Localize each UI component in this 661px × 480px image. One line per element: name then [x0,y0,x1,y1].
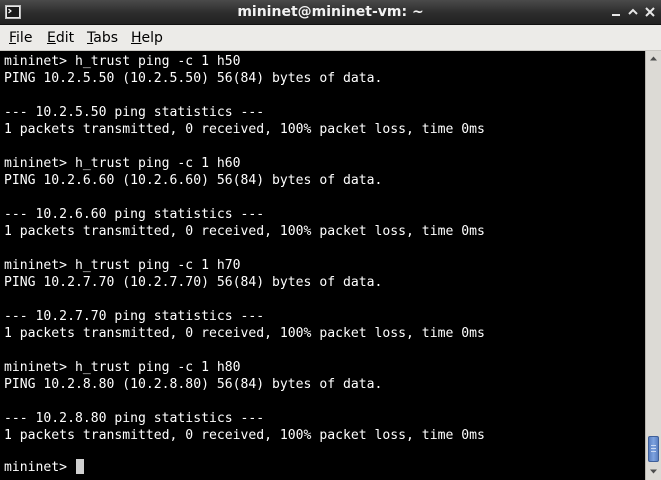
command-prompt[interactable]: mininet> [4,459,84,476]
terminal-line: --- 10.2.8.80 ping statistics --- [4,411,265,426]
vertical-scrollbar[interactable] [645,51,661,480]
window-title: mininet@mininet-vm: ~ [237,4,424,20]
maximize-icon[interactable] [624,3,642,21]
arrow-up-icon[interactable] [646,51,661,66]
terminal-window: mininet@mininet-vm: ~ File Edit Tabs Hel… [0,0,661,480]
menu-edit-mnemonic: E [47,30,56,46]
menu-bar: File Edit Tabs Help [0,25,661,51]
scrollbar-thumb[interactable] [648,436,659,462]
close-icon[interactable] [641,3,659,21]
menu-file[interactable]: File [9,29,32,47]
terminal-line: 1 packets transmitted, 0 received, 100% … [4,224,485,239]
terminal-line: --- 10.2.5.50 ping statistics --- [4,105,265,120]
terminal-line: PING 10.2.6.60 (10.2.6.60) 56(84) bytes … [4,173,383,188]
title-bar[interactable]: mininet@mininet-vm: ~ [0,0,661,25]
terminal-line: --- 10.2.7.70 ping statistics --- [4,309,265,324]
prompt-text: mininet> [4,460,75,475]
terminal-line: mininet> h_trust ping -c 1 h60 [4,156,241,171]
terminal-line: PING 10.2.5.50 (10.2.5.50) 56(84) bytes … [4,71,383,86]
menu-file-label: ile [16,30,33,46]
terminal-line: mininet> h_trust ping -c 1 h70 [4,258,241,273]
menu-help[interactable]: Help [131,29,163,47]
arrow-down-icon[interactable] [646,464,661,479]
terminal-line: 1 packets transmitted, 0 received, 100% … [4,122,485,137]
terminal-line: PING 10.2.8.80 (10.2.8.80) 56(84) bytes … [4,377,383,392]
text-cursor [75,459,84,474]
menu-tabs[interactable]: Tabs [87,29,118,47]
terminal-line: mininet> h_trust ping -c 1 h80 [4,360,241,375]
terminal-output: mininet> h_trust ping -c 1 h50 PING 10.2… [4,53,485,444]
minimize-icon[interactable] [607,3,625,21]
terminal-line: 1 packets transmitted, 0 received, 100% … [4,326,485,341]
terminal-line: mininet> h_trust ping -c 1 h50 [4,54,241,69]
menu-help-label: elp [141,30,163,46]
menu-edit-label: dit [55,30,75,46]
menu-edit[interactable]: Edit [47,29,74,47]
terminal-area[interactable]: mininet> h_trust ping -c 1 h50 PING 10.2… [0,51,645,480]
menu-file-mnemonic: F [9,30,17,46]
terminal-line: 1 packets transmitted, 0 received, 100% … [4,428,485,443]
menu-help-mnemonic: H [131,30,142,46]
terminal-line: PING 10.2.7.70 (10.2.7.70) 56(84) bytes … [4,275,383,290]
terminal-line: --- 10.2.6.60 ping statistics --- [4,207,265,222]
menu-tabs-label: abs [93,30,118,46]
